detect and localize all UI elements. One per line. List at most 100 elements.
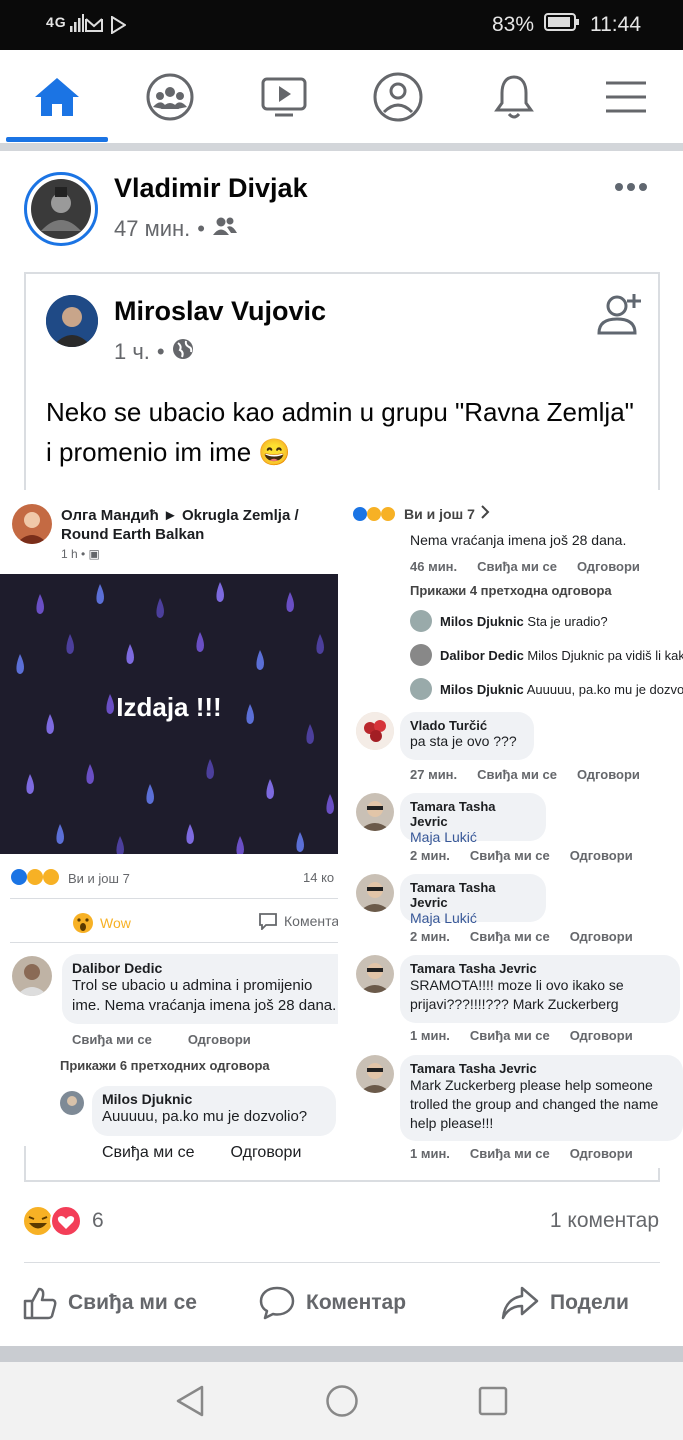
wow-reaction: Wow — [72, 912, 131, 934]
reply-link: Одговори — [577, 559, 640, 574]
raindrop-shape — [156, 598, 164, 618]
watch-video-icon[interactable] — [256, 72, 312, 122]
haha-love-reaction-icons — [22, 1205, 82, 1237]
time: 46 мин. — [410, 559, 458, 574]
chevron-right-icon — [479, 504, 491, 523]
home-circle-icon[interactable] — [325, 1384, 359, 1423]
status-right: 83% 11:44 — [492, 13, 641, 37]
dalibor-avatar — [410, 644, 432, 666]
notifications-bell-icon[interactable] — [486, 72, 542, 122]
more-options-icon[interactable] — [613, 180, 649, 199]
like-link: Свиђа ми се — [477, 559, 557, 574]
reaction-count: 6 — [92, 1209, 104, 1232]
play-store-icon — [110, 15, 127, 39]
time: 27 мин. — [410, 767, 458, 782]
like-link: Свиђа ми се — [72, 1032, 152, 1047]
left-comment-label: Коментар — [284, 913, 338, 929]
left-c2-name: Milos Djuknic — [102, 1091, 193, 1107]
profile-icon[interactable] — [370, 72, 426, 122]
meta-dot: • — [156, 339, 165, 364]
raindrop-shape — [206, 759, 214, 779]
reply-link: Одговори — [569, 1028, 633, 1043]
left-c2-actions: Свиђа ми се Одговори — [102, 1144, 301, 1162]
shared-author-avatar[interactable] — [46, 295, 98, 347]
c2-name: Tamara Tasha Jevric — [410, 799, 496, 829]
feed-separator — [0, 1346, 683, 1362]
left-comment-bubble-1: Dalibor Dedic Trol se ubacio u admina i … — [62, 954, 338, 1024]
comment-bubble-icon — [259, 1286, 295, 1320]
raindrop-shape — [66, 634, 74, 654]
shared-author-name[interactable]: Miroslav Vujovic — [114, 296, 326, 327]
shared-post-text: Neko se ubacio kao admin u grupu "Ravna … — [46, 397, 634, 467]
c3-name: Tamara Tasha Jevric — [410, 880, 496, 910]
like-link: Свиђа ми се — [102, 1144, 195, 1161]
raindrop-shape — [36, 594, 44, 614]
comment-count[interactable]: 1 коментар — [550, 1209, 659, 1233]
time: 2 мин. — [410, 848, 450, 863]
recents-square-icon[interactable] — [478, 1386, 508, 1421]
right-reply-1: Milos Djuknic Sta je uradio? — [440, 614, 608, 629]
raindrop-shape — [326, 794, 334, 814]
reaction-emoji-icons — [353, 506, 395, 521]
time: 2 мин. — [410, 929, 450, 944]
c5-text-2: trolled the group and changed the name — [410, 1096, 659, 1112]
groups-icon[interactable] — [142, 72, 198, 122]
right-comment-bubble-3: Tamara Tasha Jevric Maja Lukić — [400, 874, 546, 926]
like-link: Свиђа ми се — [477, 767, 557, 782]
wow-emoji-icon — [73, 913, 93, 933]
left-comments-count: 14 ко — [303, 870, 335, 885]
raindrop-shape — [86, 764, 94, 784]
right-reply-2: Dalibor Dedic Milos Djuknic pa vidiš li … — [440, 648, 683, 663]
tamara-avatar — [356, 955, 394, 993]
raindrop-shape — [196, 632, 204, 652]
right-screenshot-image[interactable]: Ви и још 7 Nema vraćanja imena još 28 da… — [344, 490, 683, 1168]
right-comment-bubble-1: Vlado Turčić pa sta je ovo ??? — [400, 712, 534, 760]
raindrop-shape — [56, 824, 64, 844]
reply-link: Одговори — [577, 767, 640, 782]
menu-icon[interactable] — [598, 72, 654, 122]
post-author-name[interactable]: Vladimir Divjak — [114, 173, 308, 204]
add-friend-icon[interactable] — [596, 290, 644, 341]
c5-text-3: help please!!! — [410, 1115, 494, 1131]
right-reply-3: Milos Djuknic Auuuuu, pa.ko mu je dozvol… — [440, 682, 683, 697]
right-t1-actions: 46 мин. Свиђа ми се Одговори — [410, 559, 640, 574]
raindrop-shape — [296, 832, 304, 852]
shared-meta: 1 ч. • — [114, 338, 194, 366]
shared-time[interactable]: 1 ч. — [114, 339, 150, 365]
friends-audience-icon — [212, 216, 238, 242]
right-c5-actions: 1 мин. Свиђа ми се Одговори — [410, 1146, 633, 1161]
raindrop-shape — [126, 644, 134, 664]
left-reactions: Ви и још 7 — [10, 868, 130, 889]
dalibor-avatar — [12, 956, 52, 996]
reply-link: Одговори — [230, 1144, 302, 1161]
tamara-avatar — [356, 874, 394, 912]
c2-text: Maja Lukić — [410, 829, 477, 845]
post-time[interactable]: 47 мин. — [114, 216, 190, 242]
image-caption: Izdaja !!! — [116, 692, 222, 722]
raindrop-shape — [286, 592, 294, 612]
reply-link: Одговори — [569, 848, 633, 863]
raindrop-shape — [16, 654, 24, 674]
left-comment-bubble-2: Milos Djuknic Auuuuu, pa.ko mu je dozvol… — [92, 1086, 336, 1136]
back-triangle-icon[interactable] — [174, 1384, 206, 1423]
raindrop-shape — [266, 779, 274, 799]
app-screen: 4G 83% 11:44 Vladimir Divjak 47 мин. • M… — [0, 0, 683, 1440]
c4-name: Tamara Tasha Jevric — [410, 961, 537, 976]
raindrop-shape — [96, 584, 104, 604]
comment-button[interactable]: Коментар — [258, 1285, 406, 1321]
home-icon[interactable] — [29, 72, 85, 122]
clock: 11:44 — [590, 13, 641, 36]
post-reactions-summary[interactable]: 6 — [20, 1204, 104, 1238]
facebook-nav-bar — [0, 50, 683, 144]
c4-text-2: prijavi???!!!!??? Mark Zuckerberg — [410, 996, 619, 1012]
share-button[interactable]: Подели — [500, 1285, 629, 1321]
share-label: Подели — [550, 1291, 629, 1314]
raindrop-shape — [236, 836, 244, 854]
author-avatar[interactable] — [24, 172, 98, 246]
meta-dot: • — [197, 216, 205, 241]
raindrop-shape — [26, 774, 34, 794]
like-button[interactable]: Свиђа ми се — [22, 1285, 197, 1321]
right-reactions: Ви и још 7 — [352, 504, 491, 523]
left-c1-text: Trol se ubacio u admina i promijenio ime… — [72, 977, 337, 1014]
left-screenshot-image[interactable]: Олга Мандић ► Okrugla Zemlja / Round Ear… — [0, 490, 338, 1146]
